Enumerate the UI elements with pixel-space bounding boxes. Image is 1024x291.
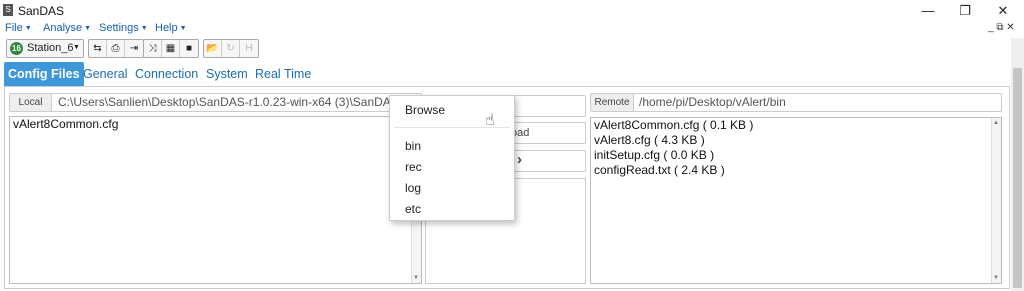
local-path-field[interactable]: Local C:\Users\Sanlien\Desktop\SanDAS-r1…: [9, 93, 422, 112]
dropdown-item-rec[interactable]: rec: [405, 160, 422, 174]
window-title: SanDAS: [18, 4, 65, 18]
toolbar: 16 Station_6 ▼ ⇆ ⎙ ⇥ ⤨ ▦ ■ 📂 ↻ H: [0, 38, 1024, 60]
menu-settings[interactable]: Settings ▼: [99, 22, 148, 34]
folder-open-icon[interactable]: 📂: [204, 40, 222, 57]
remote-tag: Remote: [591, 94, 634, 111]
mdi-window-controls[interactable]: _ ⧉ ✕: [988, 22, 1015, 33]
connect-icon[interactable]: ⇆: [89, 40, 107, 57]
station-label: Station_6: [27, 42, 74, 54]
tab-general[interactable]: General: [83, 62, 127, 86]
local-tag: Local: [10, 94, 52, 111]
menu-file[interactable]: File ▼: [5, 22, 32, 34]
import-icon[interactable]: ⇥: [125, 40, 143, 57]
dropdown-item-etc[interactable]: etc: [405, 202, 421, 216]
tab-bar: Config Files General Connection System R…: [0, 62, 1024, 86]
grid-icon[interactable]: ▦: [162, 40, 180, 57]
scroll-down-icon[interactable]: ▼: [993, 275, 999, 281]
stop-icon[interactable]: ■: [180, 40, 198, 57]
list-item[interactable]: configRead.txt ( 2.4 KB ): [591, 163, 1001, 178]
chevron-down-icon: ▼: [84, 25, 92, 32]
chevron-down-icon: ▼: [73, 44, 80, 51]
shuffle-icon[interactable]: ⤨: [144, 40, 162, 57]
minimize-button[interactable]: —: [910, 0, 946, 21]
title-bar: S SanDAS — ❐ ✕: [0, 0, 1024, 21]
remote-file-list[interactable]: vAlert8Common.cfg ( 0.1 KB ) vAlert8.cfg…: [590, 117, 1002, 284]
list-item[interactable]: vAlert8.cfg ( 4.3 KB ): [591, 133, 1001, 148]
menu-help[interactable]: Help ▼: [155, 22, 187, 34]
folder-dropdown-menu: Browse bin rec log etc ☝: [389, 95, 515, 221]
scroll-down-icon[interactable]: ▼: [413, 275, 419, 281]
local-file-list[interactable]: vAlert8Common.cfg ▲ ▼: [9, 116, 422, 284]
chevron-down-icon: ▼: [24, 25, 32, 32]
tab-system[interactable]: System: [206, 62, 248, 86]
tab-real-time[interactable]: Real Time: [255, 62, 311, 86]
tab-connection[interactable]: Connection: [135, 62, 198, 86]
dropdown-item-browse[interactable]: Browse: [405, 103, 445, 117]
remote-path-value: /home/pi/Desktop/vAlert/bin: [639, 95, 786, 109]
remote-path-field[interactable]: Remote /home/pi/Desktop/vAlert/bin: [590, 93, 1002, 112]
h-icon[interactable]: H: [240, 40, 258, 57]
dropdown-item-log[interactable]: log: [405, 181, 421, 195]
toolbar-group-files: 📂 ↻ H: [203, 39, 259, 58]
chevron-down-icon: ▼: [140, 25, 148, 32]
remote-list-scrollbar[interactable]: ▲ ▼: [991, 118, 1001, 283]
station-number-badge: 16: [10, 42, 23, 55]
list-item[interactable]: vAlert8Common.cfg ( 0.1 KB ): [591, 118, 1001, 133]
dropdown-item-bin[interactable]: bin: [405, 139, 421, 153]
hand-pointer-icon: ☝: [485, 112, 495, 129]
local-path-value: C:\Users\Sanlien\Desktop\SanDAS-r1.0.23-…: [58, 95, 393, 109]
tab-config-files[interactable]: Config Files: [4, 62, 84, 86]
scroll-up-icon[interactable]: ▲: [993, 120, 999, 126]
chevron-right-icon: ›: [517, 151, 522, 168]
refresh-icon[interactable]: ↻: [222, 40, 240, 57]
app-logo-icon: S: [3, 4, 13, 16]
close-button[interactable]: ✕: [985, 0, 1021, 21]
window-scrollbar[interactable]: [1011, 38, 1024, 291]
chevron-down-icon: ▼: [179, 25, 187, 32]
scrollbar-thumb[interactable]: [1013, 68, 1022, 288]
list-item[interactable]: initSetup.cfg ( 0.0 KB ): [591, 148, 1001, 163]
toolbar-group-acquisition: ⤨ ▦ ■: [143, 39, 199, 58]
print-icon[interactable]: ⎙: [107, 40, 125, 57]
restore-button[interactable]: ❐: [947, 0, 983, 21]
menu-analyse[interactable]: Analyse ▼: [43, 22, 91, 34]
menu-bar: File ▼ Analyse ▼ Settings ▼ Help ▼ _ ⧉ ✕: [0, 21, 1024, 37]
station-selector[interactable]: 16 Station_6 ▼: [6, 39, 84, 58]
list-item[interactable]: vAlert8Common.cfg: [10, 117, 421, 132]
toolbar-group-connection: ⇆ ⎙ ⇥: [88, 39, 144, 58]
